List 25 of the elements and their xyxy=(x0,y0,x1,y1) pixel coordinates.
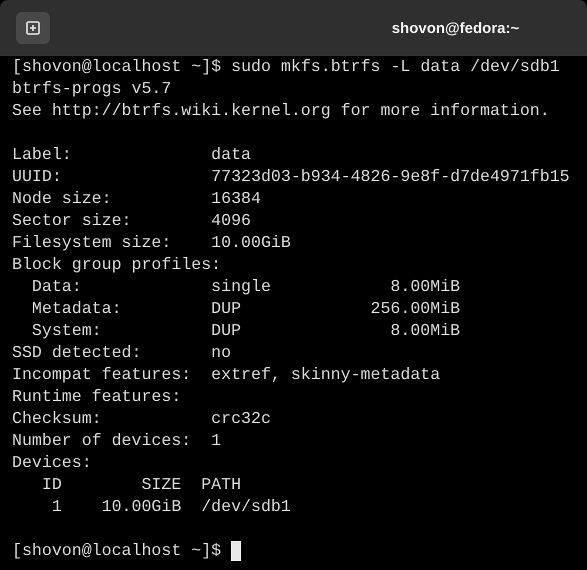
new-tab-button[interactable] xyxy=(16,12,50,44)
output-line: Metadata: DUP 256.00MiB xyxy=(30,298,460,320)
output-line: Block group profiles: xyxy=(12,254,222,276)
command-text: sudo mkfs.btrfs -L data /dev/sdb1 xyxy=(231,56,560,78)
output-line: Label: data xyxy=(12,144,251,166)
output-line: System: DUP 8.00MiB xyxy=(30,320,460,342)
window-title: shovon@fedora:~ xyxy=(390,20,520,36)
output-line: SSD detected: no xyxy=(12,342,232,364)
output-line: Runtime features: xyxy=(12,386,182,408)
output-line: ID SIZE PATH xyxy=(40,474,242,496)
output-line: Checksum: crc32c xyxy=(12,408,271,430)
output-line: Incompat features: extref, skinny-metadata xyxy=(12,364,440,386)
output-line: Filesystem size: 10.00GiB xyxy=(12,232,291,254)
output-line: Node size: 16384 xyxy=(12,188,261,210)
output-line: Data: single 8.00MiB xyxy=(30,276,460,298)
output-line: 1 10.00GiB /dev/sdb1 xyxy=(50,496,291,518)
shell-prompt: [shovon@localhost ~]$ xyxy=(12,56,222,78)
output-line: Devices: xyxy=(12,452,92,474)
output-line: Sector size: 4096 xyxy=(12,210,251,232)
output-line: btrfs-progs v5.7 xyxy=(12,78,172,100)
add-tab-icon xyxy=(26,21,40,35)
output-line: See http://btrfs.wiki.kernel.org for more information. xyxy=(12,100,550,122)
shell-prompt: [shovon@localhost ~]$ xyxy=(12,540,222,562)
output-line: UUID: 77323d03-b934-4826-9e8f-d7de4971fb15 xyxy=(12,166,570,188)
output-line: Number of devices: 1 xyxy=(12,430,222,452)
